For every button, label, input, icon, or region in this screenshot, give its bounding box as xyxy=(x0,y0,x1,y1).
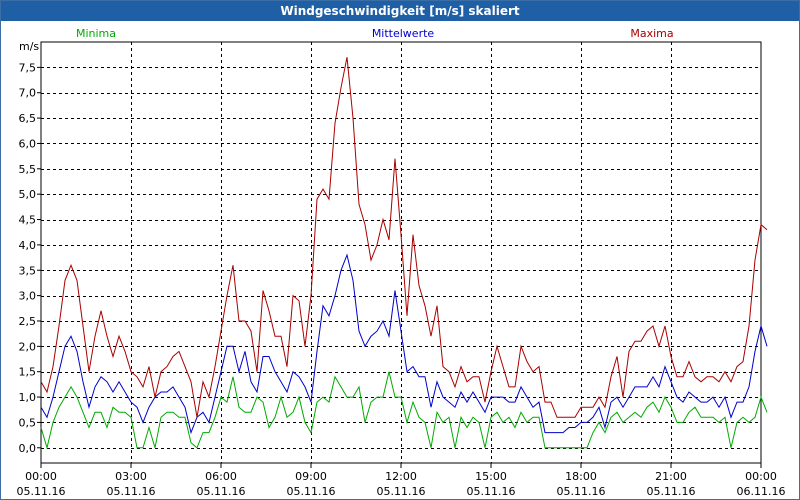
x-tick-time-label: 09:00 xyxy=(295,470,327,483)
x-tick-time-label: 12:00 xyxy=(385,470,417,483)
y-tick-label: 4,0 xyxy=(19,239,37,252)
legend-mittelwerte: Mittelwerte xyxy=(372,27,435,40)
y-tick-label: 1,0 xyxy=(19,391,37,404)
x-tick-date-label: 05.11.16 xyxy=(17,485,66,498)
wind-speed-chart: 0,0 0,5 1,0 1,5 2,0 2,5 3,0 3,5 4,0 4,5 5,0 5,5 6,0 6… xyxy=(17,27,786,498)
legend-minima: Minima xyxy=(76,27,116,40)
y-axis-ticks: 0,0 0,5 1,0 1,5 2,0 2,5 3,0 3,5 4,0 4,5 5,0 5,5 6,0 6… xyxy=(19,61,41,455)
x-tick-date-label: 05.11.16 xyxy=(287,485,336,498)
x-axis-ticks: 00:00 05.11.16 03:00 05.11.16 06:00 05.11.16 0… xyxy=(17,463,786,498)
y-tick-label: 7,5 xyxy=(19,61,37,74)
y-tick-label: 7,0 xyxy=(19,87,37,100)
x-tick-time-label: 00:00 xyxy=(745,470,777,483)
x-tick-date-label: 05.11.16 xyxy=(467,485,516,498)
legend-maxima: Maxima xyxy=(630,27,673,40)
series-lines xyxy=(40,57,768,450)
y-tick-label: 2,5 xyxy=(19,315,37,328)
y-tick-label: 1,5 xyxy=(19,366,37,379)
series-line-minima xyxy=(40,371,768,450)
y-tick-label: 6,0 xyxy=(19,137,37,150)
y-tick-label: 2,0 xyxy=(19,340,37,353)
x-tick-date-label: 05.11.16 xyxy=(377,485,426,498)
window-title: Windgeschwindigkeit [m/s] skaliert xyxy=(1,1,799,21)
y-tick-label: 5,5 xyxy=(19,163,37,176)
y-tick-label: 5,0 xyxy=(19,188,37,201)
legend: Minima Mittelwerte Maxima xyxy=(76,27,674,40)
x-tick-date-label: 06.11.16 xyxy=(737,485,786,498)
x-tick-date-label: 05.11.16 xyxy=(557,485,606,498)
y-axis-label: m/s xyxy=(19,40,39,53)
y-tick-label: 4,5 xyxy=(19,214,37,227)
y-tick-label: 6,5 xyxy=(19,112,37,125)
chart-window: Windgeschwindigkeit [m/s] skaliert 0,0 0,… xyxy=(0,0,800,500)
x-tick-date-label: 05.11.16 xyxy=(647,485,696,498)
x-tick-time-label: 21:00 xyxy=(655,470,687,483)
x-tick-time-label: 18:00 xyxy=(565,470,597,483)
y-tick-label: 3,5 xyxy=(19,264,37,277)
series-line-maxima xyxy=(40,57,768,418)
y-tick-label: 0,5 xyxy=(19,416,37,429)
gridlines xyxy=(41,42,761,463)
x-tick-date-label: 05.11.16 xyxy=(107,485,156,498)
y-tick-label: 0,0 xyxy=(19,442,37,455)
x-tick-time-label: 06:00 xyxy=(205,470,237,483)
x-tick-time-label: 00:00 xyxy=(25,470,57,483)
x-tick-date-label: 05.11.16 xyxy=(197,485,246,498)
x-tick-time-label: 15:00 xyxy=(475,470,507,483)
x-tick-time-label: 03:00 xyxy=(115,470,147,483)
y-tick-label: 3,0 xyxy=(19,290,37,303)
